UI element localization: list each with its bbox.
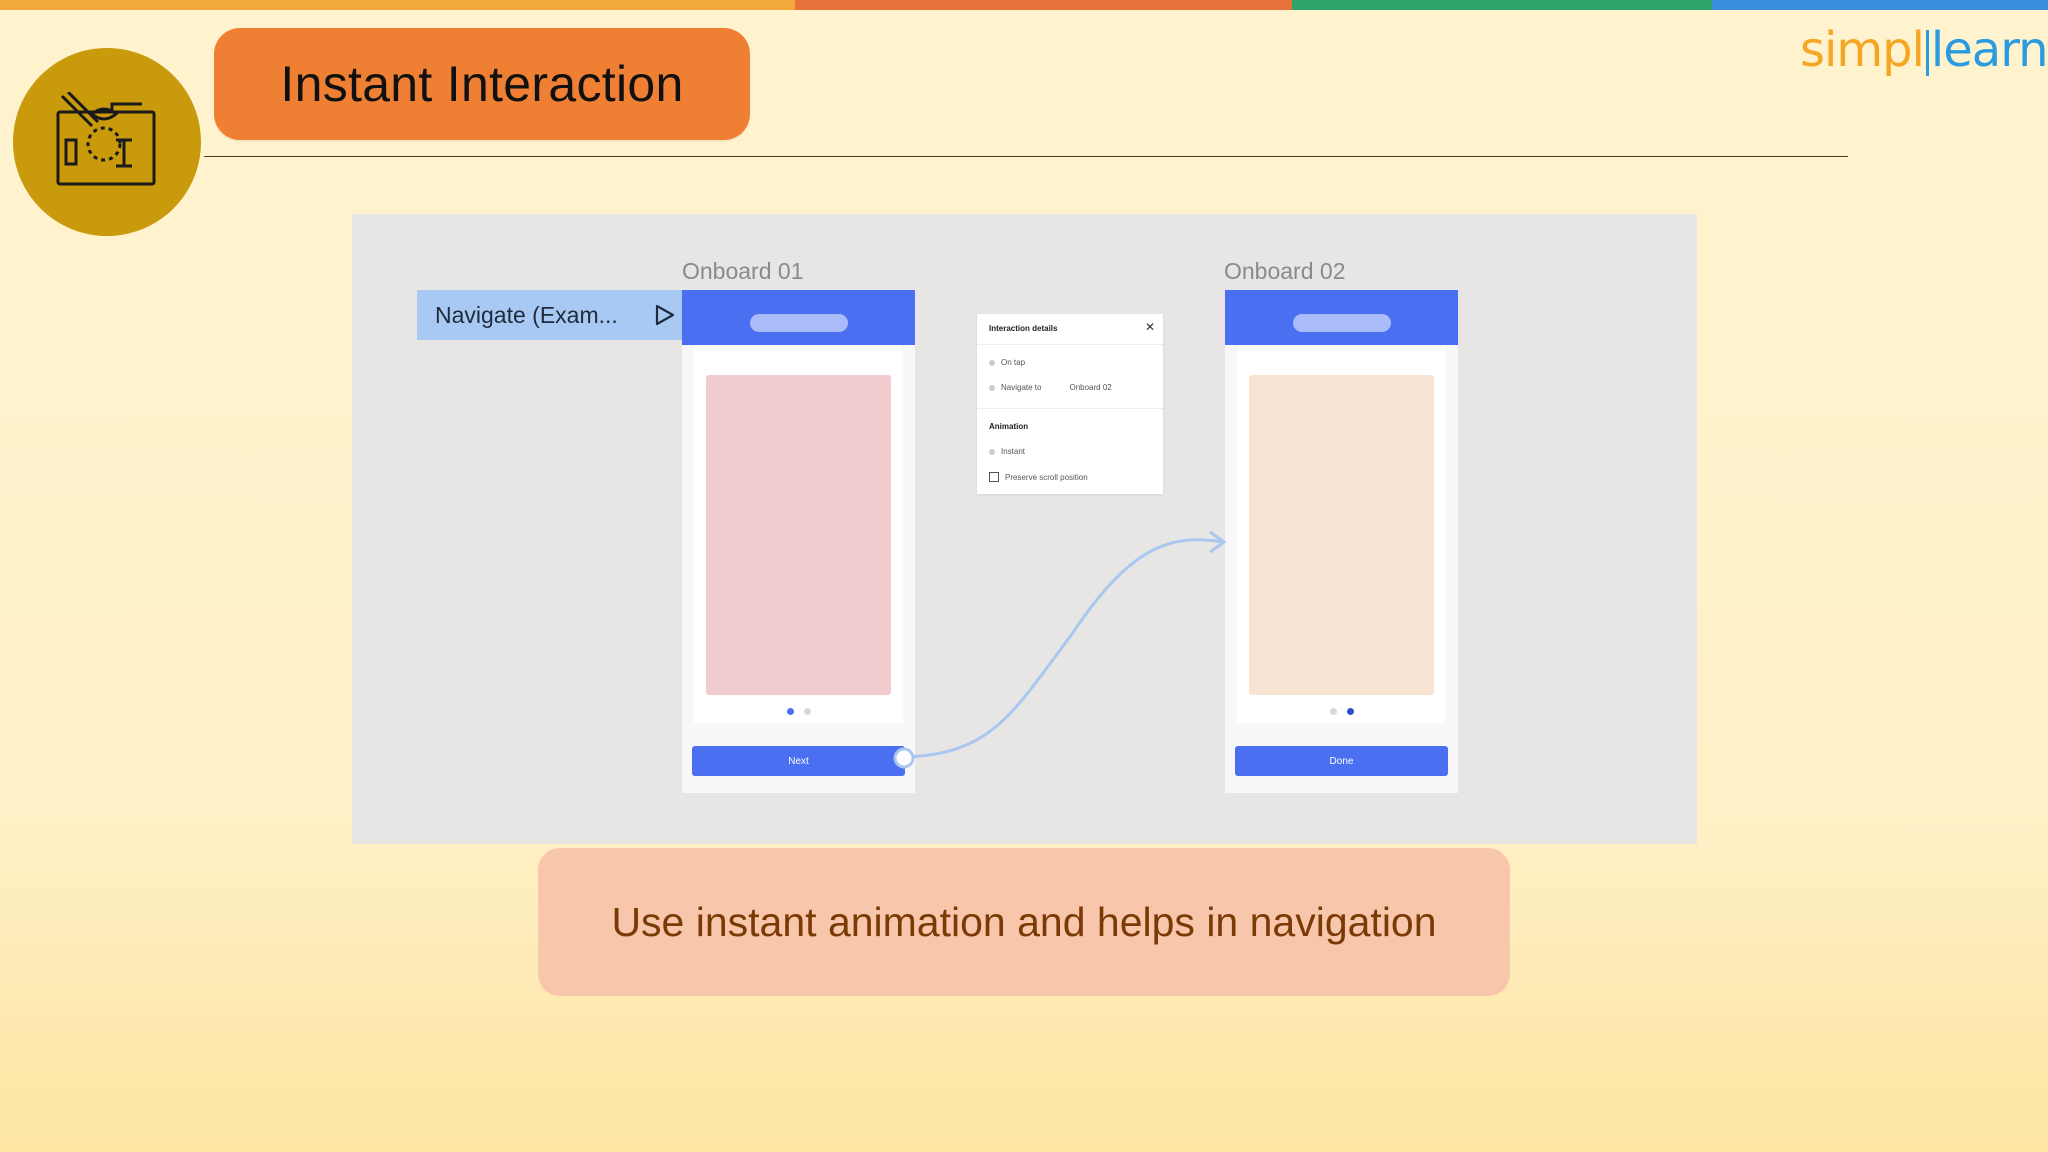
page-title: Instant Interaction [280,56,684,112]
preserve-scroll-checkbox[interactable]: Preserve scroll position [989,472,1088,482]
brand-text-part1: simpl [1800,22,1925,78]
trigger-row[interactable]: On tap [989,358,1025,367]
panel-title: Interaction details [989,324,1058,333]
caption-box: Use instant animation and helps in navig… [538,848,1510,996]
connection-arrow [893,530,1227,769]
interaction-details-panel[interactable]: Interaction details ✕ On tap Navigate to… [977,314,1163,494]
title-pill: Instant Interaction [214,28,750,140]
design-tool-icon [13,48,201,236]
close-icon[interactable]: ✕ [1145,320,1155,334]
top-color-bar [0,0,2048,10]
destination-select[interactable]: Onboard 02 [1069,383,1111,392]
caption-text: Use instant animation and helps in navig… [611,898,1437,945]
prototype-canvas: Onboard 01 Onboard 02 Navigate (Exam... … [352,214,1697,844]
action-row[interactable]: Navigate to Onboard 02 [989,383,1112,392]
animation-header: Animation [989,422,1029,431]
brand-logo: simpl learn [1800,20,2048,78]
title-divider [204,156,1848,157]
connection-handle [893,747,915,769]
animation-select[interactable]: Instant [989,447,1025,456]
brand-text-part2: learn [1930,22,2048,78]
